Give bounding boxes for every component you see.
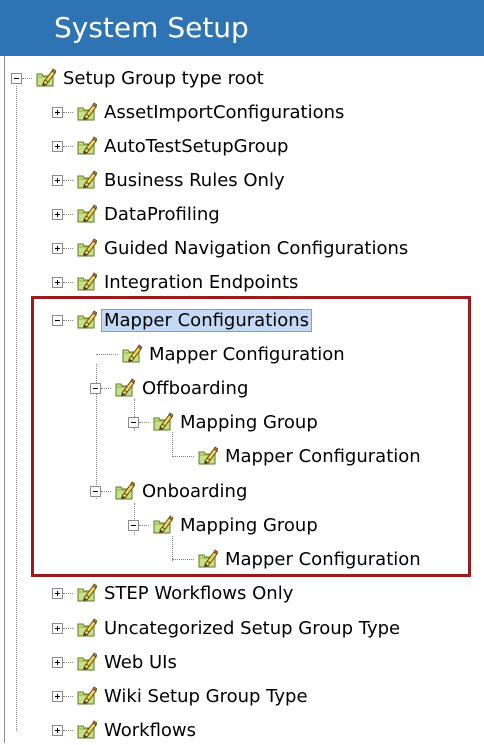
tree-connector	[63, 661, 73, 663]
tree-node-label[interactable]: Setup Group type root	[60, 67, 267, 90]
tree-node-label[interactable]: Uncategorized Setup Group Type	[101, 617, 403, 640]
tree-connector	[63, 145, 73, 147]
tree-connector	[16, 86, 17, 731]
tree-node-label[interactable]: Integration Endpoints	[101, 271, 301, 294]
setup-group-pencil-icon	[75, 582, 97, 604]
tree-node-integration-endpoints[interactable]: Integration Endpoints	[52, 267, 301, 297]
tree-node-label[interactable]: Business Rules Only	[101, 169, 288, 192]
tree-connector	[63, 695, 73, 697]
tree-node-asset-import[interactable]: AssetImportConfigurations	[52, 97, 347, 127]
tree-connector	[63, 281, 73, 283]
tree-connector	[63, 592, 73, 594]
expand-toggle-icon[interactable]	[52, 242, 63, 254]
expand-toggle-icon[interactable]	[52, 656, 63, 668]
expand-toggle-icon[interactable]	[52, 174, 63, 186]
expand-toggle-icon[interactable]	[52, 106, 63, 118]
tree-connector	[63, 729, 73, 731]
expand-toggle-icon[interactable]	[52, 208, 63, 220]
expand-toggle-icon[interactable]	[52, 622, 63, 634]
setup-group-pencil-icon	[75, 135, 97, 157]
expand-toggle-icon[interactable]	[52, 690, 63, 702]
expand-toggle-icon[interactable]	[52, 724, 63, 736]
tree-node-wiki-setup[interactable]: Wiki Setup Group Type	[52, 681, 311, 711]
setup-group-pencil-icon	[75, 685, 97, 707]
highlight-box	[31, 296, 471, 577]
setup-group-pencil-icon	[75, 271, 97, 293]
setup-group-pencil-icon	[75, 719, 97, 741]
tree-connector	[63, 213, 73, 215]
setup-group-pencil-icon	[75, 617, 97, 639]
tree-node-label[interactable]: Wiki Setup Group Type	[101, 685, 311, 708]
expand-toggle-icon[interactable]	[52, 140, 63, 152]
tree-node-web-uis[interactable]: Web UIs	[52, 647, 180, 677]
tree-connector	[63, 247, 73, 249]
setup-group-pencil-icon	[75, 237, 97, 259]
tree-node-workflows[interactable]: Workflows	[52, 715, 199, 745]
setup-group-pencil-icon	[75, 169, 97, 191]
tree-connector	[22, 77, 32, 79]
setup-group-pencil-icon	[75, 651, 97, 673]
tree-node-label[interactable]: AutoTestSetupGroup	[101, 135, 291, 158]
tree-node-business-rules[interactable]: Business Rules Only	[52, 165, 288, 195]
tree-node-autotest[interactable]: AutoTestSetupGroup	[52, 131, 291, 161]
tree-node-guided-navigation[interactable]: Guided Navigation Configurations	[52, 233, 411, 263]
tree-node-step-workflows[interactable]: STEP Workflows Only	[52, 578, 296, 608]
tree-node-label[interactable]: Workflows	[101, 719, 199, 742]
tree-connector	[63, 111, 73, 113]
tree-node-uncategorized[interactable]: Uncategorized Setup Group Type	[52, 613, 403, 643]
tree-node-label[interactable]: Guided Navigation Configurations	[101, 237, 411, 260]
tree-node-label[interactable]: Web UIs	[101, 651, 180, 674]
setup-group-pencil-icon	[34, 67, 56, 89]
collapse-toggle-icon[interactable]	[11, 72, 22, 84]
tree-node-label[interactable]: DataProfiling	[101, 203, 223, 226]
tree-node-root[interactable]: Setup Group type root	[11, 63, 267, 93]
setup-group-pencil-icon	[75, 203, 97, 225]
tree-node-label[interactable]: STEP Workflows Only	[101, 582, 296, 605]
tree-node-dataprofiling[interactable]: DataProfiling	[52, 199, 223, 229]
setup-group-pencil-icon	[75, 101, 97, 123]
tree-node-label[interactable]: AssetImportConfigurations	[101, 101, 347, 124]
tree-connector	[63, 179, 73, 181]
tree-connector	[63, 627, 73, 629]
expand-toggle-icon[interactable]	[52, 587, 63, 599]
expand-toggle-icon[interactable]	[52, 276, 63, 288]
